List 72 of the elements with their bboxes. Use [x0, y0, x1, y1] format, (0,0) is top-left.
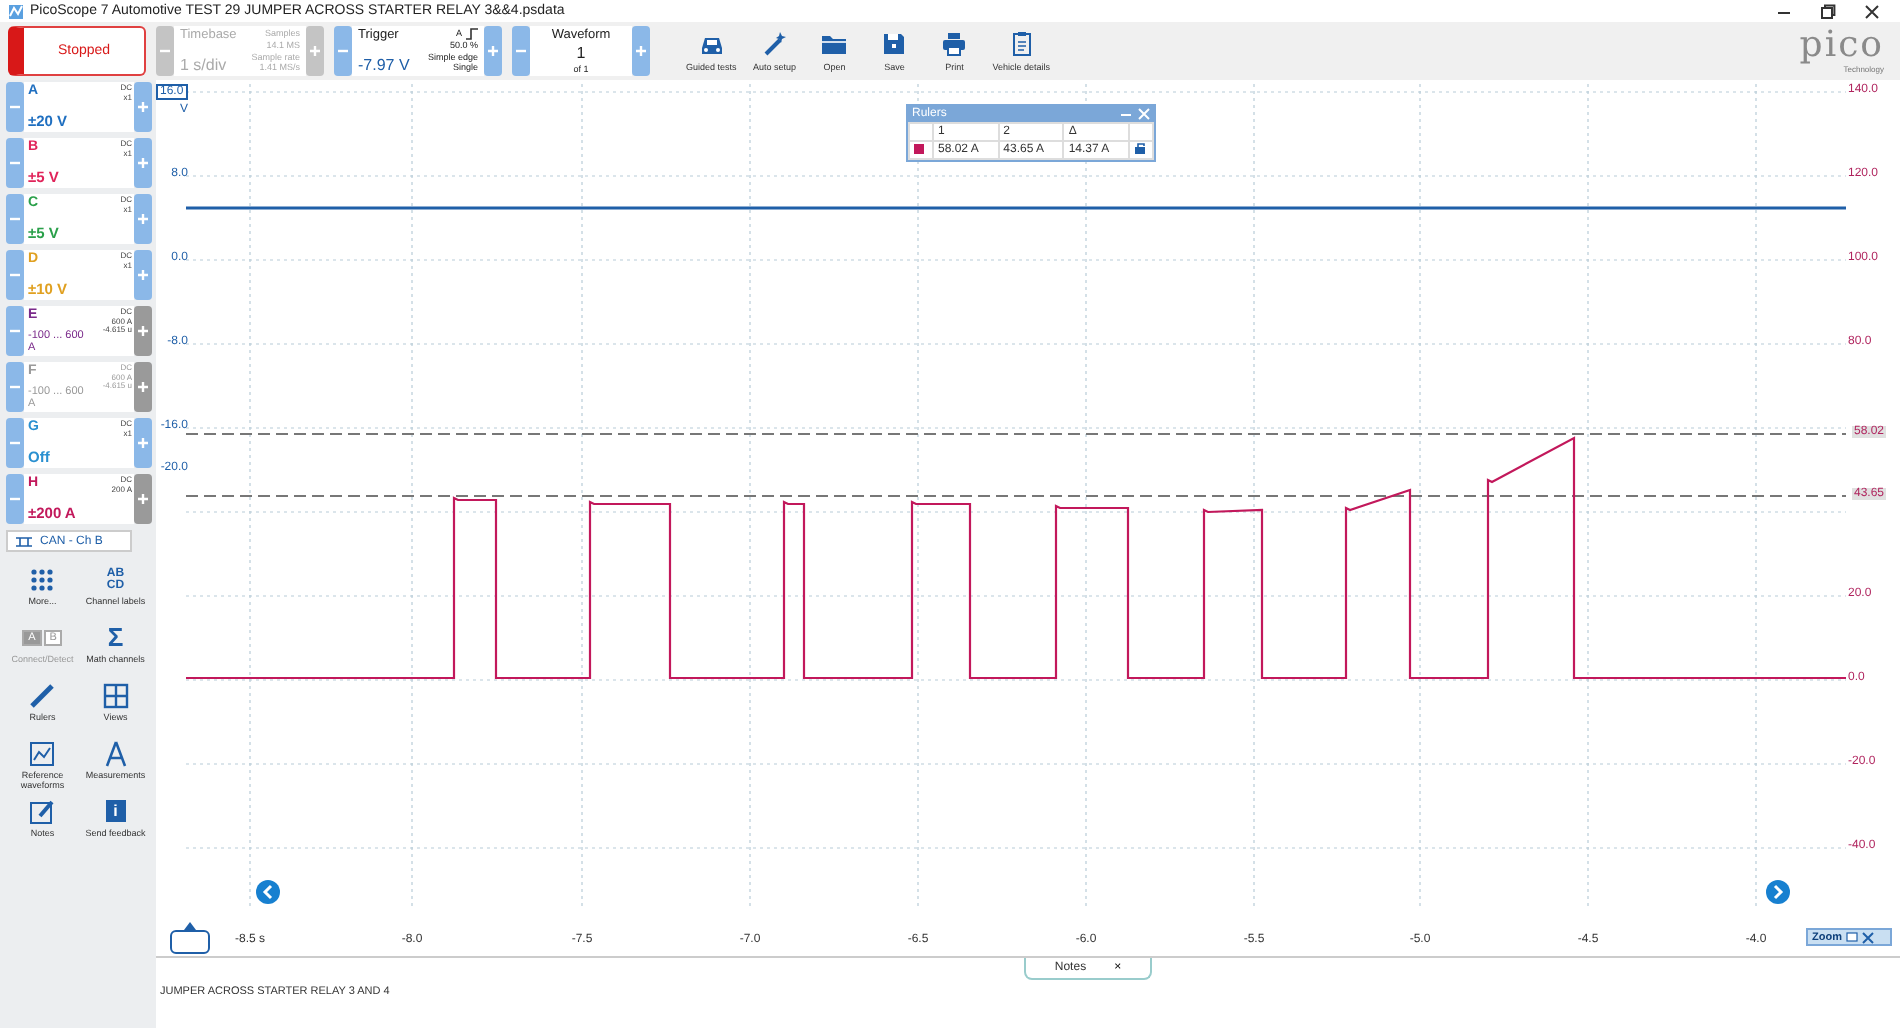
minus-icon — [10, 270, 20, 280]
plus-icon — [310, 46, 320, 56]
plus-button[interactable] — [306, 26, 324, 76]
minus-icon — [10, 326, 20, 336]
plus-icon — [138, 158, 148, 168]
close-icon — [1861, 931, 1874, 943]
note-pencil-icon — [28, 797, 57, 825]
plus-icon — [138, 382, 148, 392]
logo-text: pico — [1799, 28, 1884, 64]
minus-button[interactable] — [6, 474, 24, 524]
plus-button[interactable] — [484, 26, 502, 76]
ruler-line[interactable] — [185, 433, 1847, 435]
ruler-icon — [28, 681, 57, 709]
minus-icon — [10, 214, 20, 224]
waveform-number[interactable]: 1 — [576, 43, 586, 62]
minus-button[interactable] — [6, 250, 24, 300]
plus-button[interactable] — [134, 82, 152, 132]
plus-icon — [636, 46, 646, 56]
minus-button[interactable] — [6, 362, 24, 412]
chevron-right-icon — [1772, 884, 1784, 900]
chevron-right-button[interactable] — [1766, 880, 1790, 904]
rectangle-icon — [1845, 932, 1858, 942]
plus-icon — [138, 102, 148, 112]
network-icon — [16, 535, 32, 547]
minus-button[interactable] — [6, 138, 24, 188]
plus-icon — [138, 438, 148, 448]
minus-button[interactable] — [6, 82, 24, 132]
minimize-icon — [1120, 108, 1132, 120]
minus-icon — [10, 494, 20, 504]
chevron-left-icon — [262, 884, 274, 900]
minus-icon — [10, 382, 20, 392]
info-icon: i — [105, 800, 126, 822]
printer-icon — [940, 30, 969, 58]
minus-icon — [516, 46, 526, 56]
chevron-left-button[interactable] — [256, 880, 280, 904]
rising-edge-icon — [466, 28, 478, 40]
minus-button[interactable] — [6, 194, 24, 244]
trigger-value[interactable]: -7.97 V — [358, 56, 410, 74]
dots-grid-icon — [28, 565, 57, 593]
restore-icon — [1820, 3, 1836, 19]
minus-icon — [160, 46, 170, 56]
folder-icon — [820, 30, 849, 58]
clipboard-icon — [1007, 30, 1036, 58]
plus-icon — [138, 494, 148, 504]
close-icon — [1864, 3, 1880, 19]
minus-icon — [338, 46, 348, 56]
minus-icon — [10, 102, 20, 112]
plus-button[interactable] — [134, 138, 152, 188]
plus-icon — [488, 46, 498, 56]
plus-icon — [138, 270, 148, 280]
triangle-icon — [184, 922, 196, 930]
plus-button[interactable] — [134, 306, 152, 356]
plus-icon — [138, 326, 148, 336]
plus-button[interactable] — [134, 194, 152, 244]
plus-button[interactable] — [134, 250, 152, 300]
minus-button[interactable] — [512, 26, 530, 76]
wand-icon — [760, 30, 789, 58]
lock-icon — [1134, 142, 1146, 154]
minus-button[interactable] — [6, 418, 24, 468]
plus-icon — [138, 214, 148, 224]
minus-icon — [10, 438, 20, 448]
plus-button[interactable] — [134, 474, 152, 524]
minus-icon — [10, 158, 20, 168]
minus-button[interactable] — [6, 306, 24, 356]
sigma-icon: Σ — [107, 623, 124, 651]
plus-button[interactable] — [632, 26, 650, 76]
grid-icon — [101, 681, 130, 709]
plus-button[interactable] — [134, 418, 152, 468]
minus-button[interactable] — [156, 26, 174, 76]
minus-button[interactable] — [334, 26, 352, 76]
ruler-line[interactable] — [185, 495, 1847, 497]
waveform-image-icon — [28, 739, 57, 767]
